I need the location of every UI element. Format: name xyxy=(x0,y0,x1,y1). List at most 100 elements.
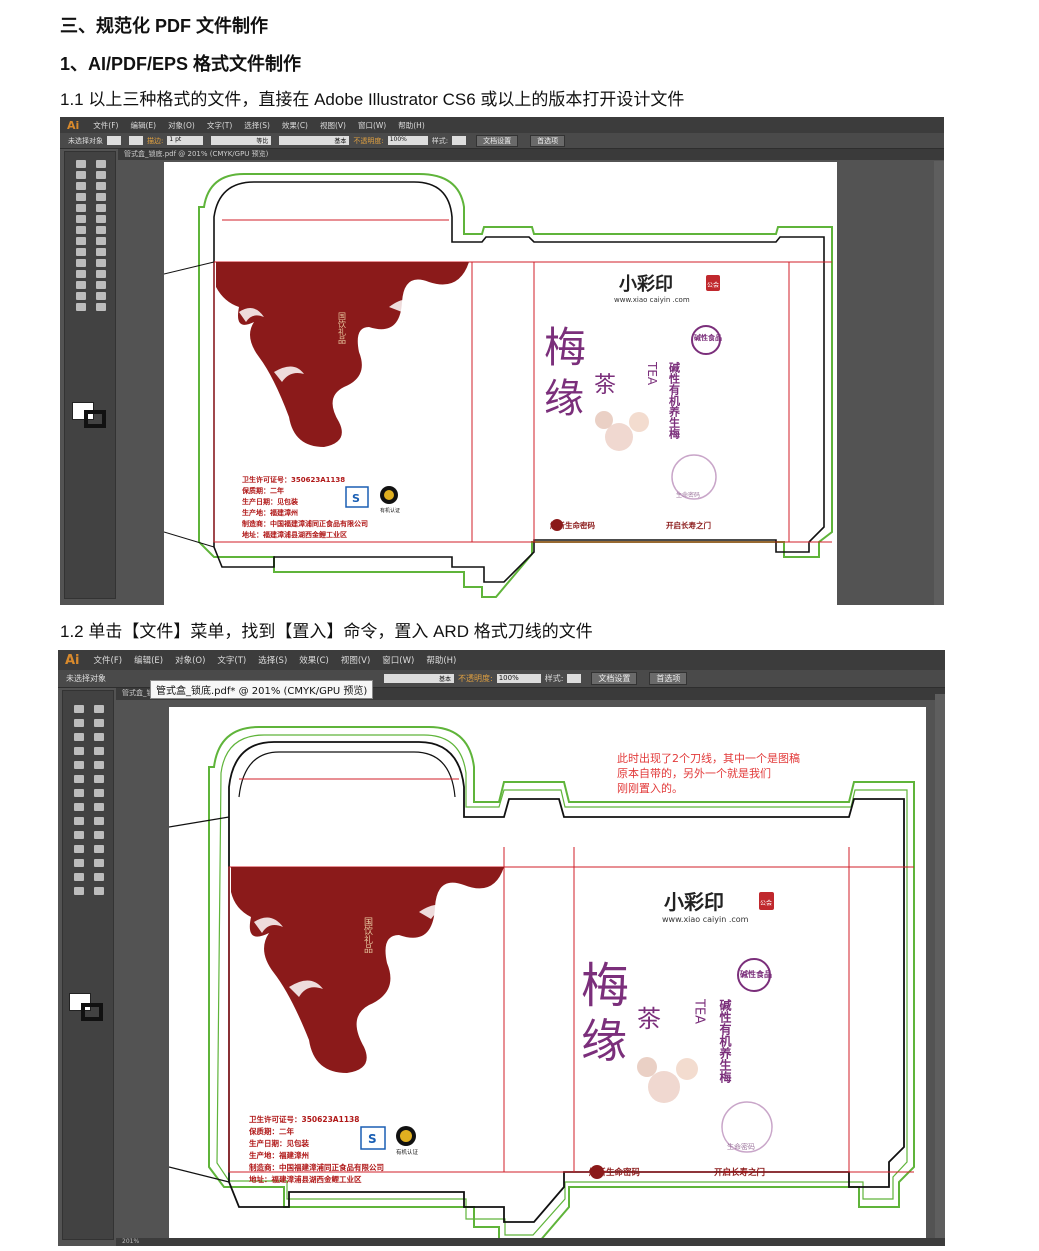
menu-view[interactable]: 视图(V) xyxy=(341,654,370,666)
menu-edit[interactable]: 编辑(E) xyxy=(130,120,156,131)
artboard-tool-icon[interactable] xyxy=(76,292,86,300)
graph-tool-icon[interactable] xyxy=(96,281,106,289)
symbol-sprayer-icon[interactable] xyxy=(74,859,84,867)
paintbrush-icon[interactable] xyxy=(94,761,104,769)
blend-tool-icon[interactable] xyxy=(94,845,104,853)
vertical-scrollbar[interactable] xyxy=(935,694,945,1246)
preferences-button[interactable]: 首选项 xyxy=(530,134,566,147)
variable-width-select[interactable]: 等比 xyxy=(211,136,272,145)
free-transform-icon[interactable] xyxy=(94,803,104,811)
paintbrush-icon[interactable] xyxy=(96,204,106,212)
opacity-label[interactable]: 不透明度: xyxy=(353,136,383,146)
direct-selection-tool-icon[interactable] xyxy=(96,160,106,168)
opacity-field[interactable]: 100% xyxy=(387,136,428,145)
shape-builder-icon[interactable] xyxy=(76,248,86,256)
curvature-tool-icon[interactable] xyxy=(94,733,104,741)
package-dieline-artwork: 国饮礼品 卫生许可证号：350623A1138 保质期：二年 生产日期：见包装 … xyxy=(168,726,915,1243)
vertical-scrollbar[interactable] xyxy=(934,161,944,605)
fill-swatch[interactable] xyxy=(107,136,121,145)
zoom-tool-icon[interactable] xyxy=(96,303,106,311)
slice-tool-icon[interactable] xyxy=(96,292,106,300)
artboard[interactable]: 国饮礼品 卫生许可证号：350623A1138 保质期：二年 生产日期：见包装 … xyxy=(168,707,926,1246)
mesh-tool-icon[interactable] xyxy=(76,259,86,267)
mesh-tool-icon[interactable] xyxy=(74,831,84,839)
shape-builder-icon[interactable] xyxy=(74,817,84,825)
document-setup-button[interactable]: 文档设置 xyxy=(476,134,519,147)
menu-file[interactable]: 文件(F) xyxy=(93,120,118,131)
menu-select[interactable]: 选择(S) xyxy=(244,120,270,131)
hand-tool-icon[interactable] xyxy=(74,887,84,895)
selection-tool-icon[interactable] xyxy=(74,705,84,713)
opacity-label[interactable]: 不透明度: xyxy=(458,673,493,684)
scale-tool-icon[interactable] xyxy=(96,226,106,234)
magic-wand-icon[interactable] xyxy=(76,171,86,179)
direct-selection-tool-icon[interactable] xyxy=(94,705,104,713)
artboard[interactable]: 国饮礼品 卫生许可证号：350623A1138 保质期：二年 生产日期：见包装 … xyxy=(163,162,837,605)
width-tool-icon[interactable] xyxy=(74,803,84,811)
zoom-level[interactable]: 201% xyxy=(122,1238,139,1245)
menu-window[interactable]: 窗口(W) xyxy=(382,654,414,666)
style-swatch[interactable] xyxy=(567,674,582,683)
rectangle-tool-icon[interactable] xyxy=(74,761,84,769)
menu-object[interactable]: 对象(O) xyxy=(168,120,195,131)
brush-select[interactable]: 基本 xyxy=(279,136,350,145)
scale-tool-icon[interactable] xyxy=(94,789,104,797)
menu-file[interactable]: 文件(F) xyxy=(94,654,123,666)
document-tab[interactable]: 管式盒_锁底.pdf @ 201% (CMYK/GPU 预览) xyxy=(118,149,944,160)
type-tool-icon[interactable] xyxy=(76,193,86,201)
graph-tool-icon[interactable] xyxy=(94,859,104,867)
menu-object[interactable]: 对象(O) xyxy=(175,654,205,666)
width-tool-icon[interactable] xyxy=(76,237,86,245)
slice-tool-icon[interactable] xyxy=(94,873,104,881)
style-swatch[interactable] xyxy=(452,136,467,145)
pencil-icon[interactable] xyxy=(74,775,84,783)
rotate-tool-icon[interactable] xyxy=(76,226,86,234)
zoom-tool-icon[interactable] xyxy=(94,887,104,895)
preferences-button[interactable]: 首选项 xyxy=(649,672,688,685)
gradient-tool-icon[interactable] xyxy=(94,831,104,839)
artboard-tool-icon[interactable] xyxy=(74,873,84,881)
menu-effect[interactable]: 效果(C) xyxy=(299,654,329,666)
eyedropper-icon[interactable] xyxy=(76,270,86,278)
menu-edit[interactable]: 编辑(E) xyxy=(134,654,163,666)
free-transform-icon[interactable] xyxy=(96,237,106,245)
document-setup-button[interactable]: 文档设置 xyxy=(591,672,638,685)
menu-type[interactable]: 文字(T) xyxy=(217,654,246,666)
perspective-grid-icon[interactable] xyxy=(96,248,106,256)
pen-tool-icon[interactable] xyxy=(74,733,84,741)
rotate-tool-icon[interactable] xyxy=(74,789,84,797)
menu-view[interactable]: 视图(V) xyxy=(320,120,346,131)
lasso-icon[interactable] xyxy=(96,171,106,179)
eraser-icon[interactable] xyxy=(96,215,106,223)
line-tool-icon[interactable] xyxy=(96,193,106,201)
menu-help[interactable]: 帮助(H) xyxy=(426,654,456,666)
symbol-sprayer-icon[interactable] xyxy=(76,281,86,289)
brush-select[interactable]: 基本 xyxy=(384,674,454,683)
curvature-tool-icon[interactable] xyxy=(96,182,106,190)
line-tool-icon[interactable] xyxy=(94,747,104,755)
magic-wand-icon[interactable] xyxy=(74,719,84,727)
menu-help[interactable]: 帮助(H) xyxy=(398,120,425,131)
stroke-swatch[interactable] xyxy=(129,136,143,145)
perspective-grid-icon[interactable] xyxy=(94,817,104,825)
menu-type[interactable]: 文字(T) xyxy=(207,120,232,131)
blend-tool-icon[interactable] xyxy=(96,270,106,278)
menu-effect[interactable]: 效果(C) xyxy=(282,120,308,131)
stroke-color-icon[interactable] xyxy=(81,1003,103,1021)
rectangle-tool-icon[interactable] xyxy=(76,204,86,212)
pen-tool-icon[interactable] xyxy=(76,182,86,190)
hand-tool-icon[interactable] xyxy=(76,303,86,311)
type-tool-icon[interactable] xyxy=(74,747,84,755)
stroke-color-icon[interactable] xyxy=(84,410,106,428)
eraser-icon[interactable] xyxy=(94,775,104,783)
menu-window[interactable]: 窗口(W) xyxy=(358,120,386,131)
gradient-tool-icon[interactable] xyxy=(96,259,106,267)
pencil-icon[interactable] xyxy=(76,215,86,223)
lasso-icon[interactable] xyxy=(94,719,104,727)
opacity-field[interactable]: 100% xyxy=(496,674,541,683)
eyedropper-icon[interactable] xyxy=(74,845,84,853)
stroke-weight-field[interactable]: 1 pt xyxy=(167,136,204,145)
menu-select[interactable]: 选择(S) xyxy=(258,654,287,666)
selection-tool-icon[interactable] xyxy=(76,160,86,168)
stroke-label[interactable]: 描边: xyxy=(147,136,163,146)
